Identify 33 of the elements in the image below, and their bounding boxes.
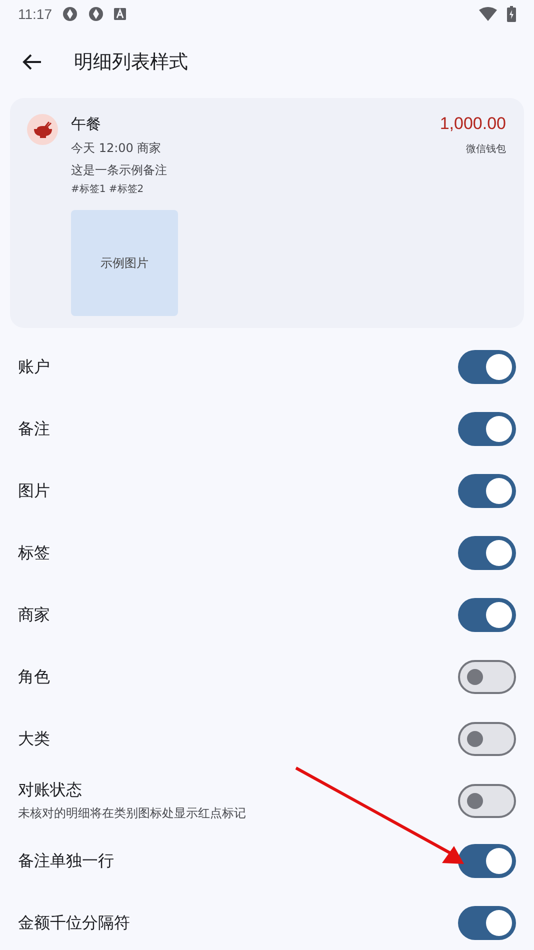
entry-tags: #标签1 #标签2 bbox=[71, 182, 427, 198]
entry-note: 这是一条示例备注 bbox=[71, 162, 168, 179]
setting-label: 备注单独一行 bbox=[18, 850, 115, 872]
setting-label: 角色 bbox=[18, 666, 51, 688]
toggle-switch[interactable] bbox=[458, 350, 516, 384]
setting-label: 备注 bbox=[18, 418, 51, 440]
setting-label: 金额千位分隔符 bbox=[18, 912, 131, 934]
entry-meta: 今天 12:00 商家 bbox=[71, 140, 162, 157]
toggle-switch[interactable] bbox=[458, 906, 516, 940]
setting-label: 图片 bbox=[18, 480, 51, 502]
setting-label: 账户 bbox=[18, 356, 51, 378]
toggle-switch[interactable] bbox=[458, 784, 516, 818]
toggle-switch[interactable] bbox=[458, 660, 516, 694]
toggle-switch[interactable] bbox=[458, 722, 516, 756]
entry-amount: 1,000.00 bbox=[440, 114, 506, 134]
toggle-switch[interactable] bbox=[458, 412, 516, 446]
page-title: 明细列表样式 bbox=[74, 50, 188, 75]
battery-icon bbox=[507, 6, 516, 22]
wifi-icon bbox=[479, 7, 497, 21]
toggle-switch[interactable] bbox=[458, 598, 516, 632]
image-caption: 示例图片 bbox=[100, 254, 148, 272]
setting-label: 对账状态 bbox=[18, 780, 83, 801]
toggle-switch[interactable] bbox=[458, 536, 516, 570]
category-name: 午餐 bbox=[71, 114, 102, 134]
status-time: 11:17 bbox=[18, 6, 52, 22]
setting-label: 标签 bbox=[18, 542, 51, 564]
setting-label: 大类 bbox=[18, 728, 51, 750]
toggle-switch[interactable] bbox=[458, 474, 516, 508]
toggle-switch[interactable] bbox=[458, 844, 516, 878]
account-name: 微信钱包 bbox=[466, 143, 506, 156]
setting-description: 未核对的明细将在类别图标处显示红点标记 bbox=[18, 805, 247, 822]
setting-label: 商家 bbox=[18, 604, 51, 626]
rice-bowl-icon bbox=[27, 114, 58, 145]
